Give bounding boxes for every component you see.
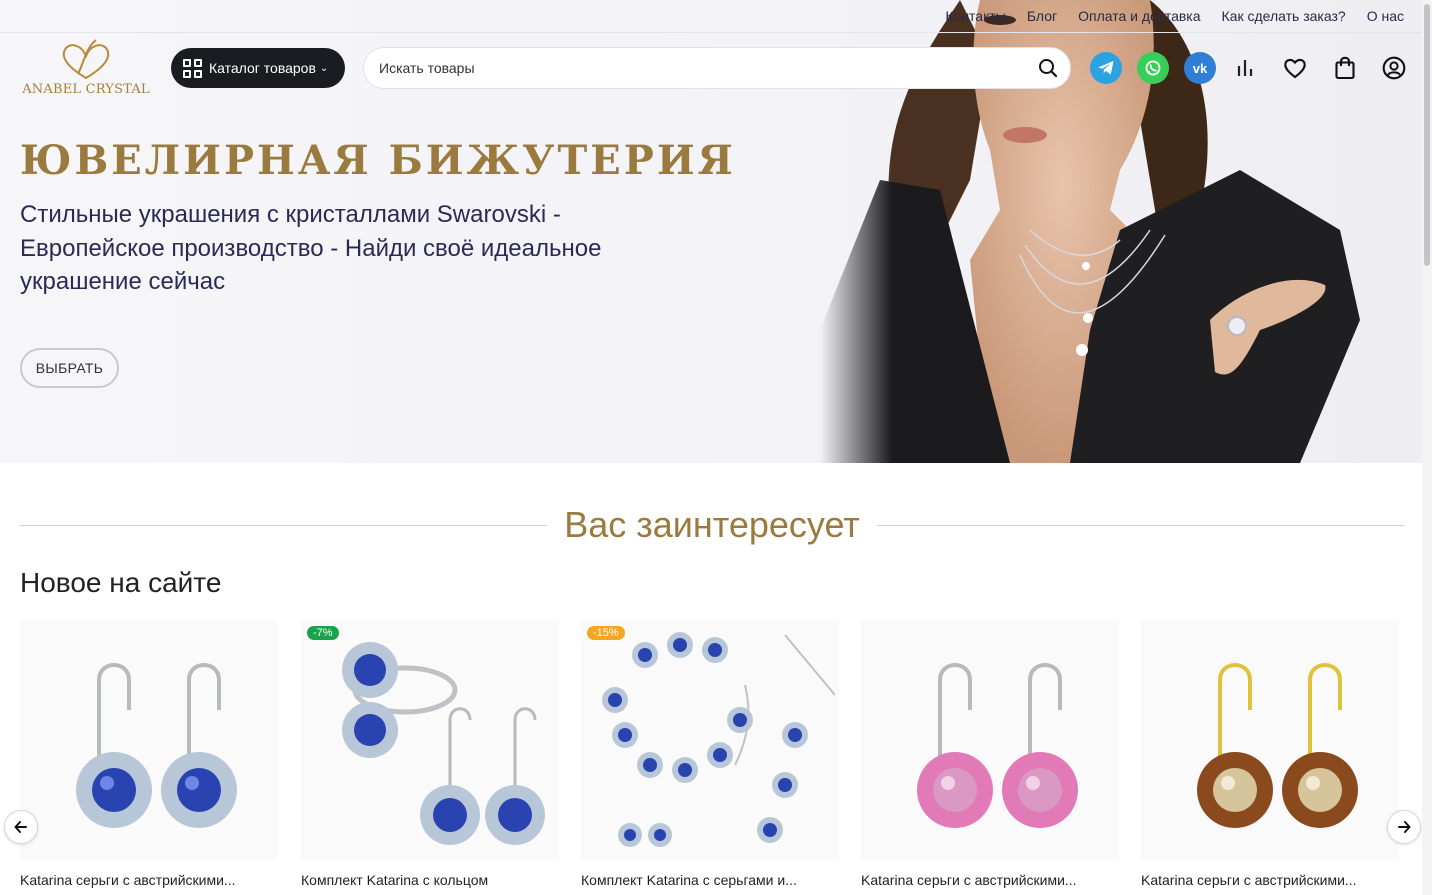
section-heading: Вас заинтересует xyxy=(20,504,1404,546)
catalog-button[interactable]: Каталог товаров ⌄ xyxy=(171,48,345,88)
chevron-down-icon: ⌄ xyxy=(319,62,329,74)
site-logo[interactable]: ANABEL CRYSTAL xyxy=(20,38,152,100)
logo-mark-icon xyxy=(62,39,110,80)
product-card[interactable]: -15% Комплект Katarina с серьгами и... xyxy=(581,620,839,895)
search-icon[interactable] xyxy=(1026,47,1070,89)
arrow-right-icon xyxy=(1398,821,1411,833)
page-scrollbar[interactable] xyxy=(1422,0,1432,895)
product-image[interactable] xyxy=(1141,620,1399,860)
search-bar xyxy=(363,47,1071,89)
bag-icon[interactable] xyxy=(1327,48,1363,88)
arrow-left-icon xyxy=(14,821,27,833)
search-input[interactable] xyxy=(364,48,1026,88)
discount-badge: -7% xyxy=(307,626,339,640)
carousel-prev-button[interactable] xyxy=(4,810,38,844)
product-name[interactable]: Комплект Katarina с кольцом xyxy=(301,872,559,888)
product-name[interactable]: Комплект Katarina с серьгами и... xyxy=(581,872,839,888)
product-name[interactable]: Katarina серьги с австрийскими... xyxy=(20,872,278,888)
product-card[interactable]: -7% Комплект Katarina с кольцом xyxy=(301,620,559,895)
whatsapp-icon[interactable] xyxy=(1135,48,1171,88)
scrollbar-thumb[interactable] xyxy=(1424,4,1430,266)
new-products-title: Новое на сайте xyxy=(20,567,222,598)
product-card[interactable]: Katarina серьги с австрийскими... xyxy=(1141,620,1399,895)
product-name[interactable]: Katarina серьги с австрийскими... xyxy=(861,872,1119,888)
product-card[interactable]: Katarina серьги с австрийскими... xyxy=(20,620,278,895)
grid-icon xyxy=(183,58,202,78)
product-card[interactable]: Katarina серьги с австрийскими... xyxy=(861,620,1119,895)
product-carousel: Katarina серьги с австрийскими... -7% Ко… xyxy=(20,620,1420,895)
product-image[interactable] xyxy=(301,620,559,860)
top-link-contacts[interactable]: Контакты xyxy=(945,8,1005,24)
product-image[interactable] xyxy=(861,620,1119,860)
hero-title: ЮВЕЛИРНАЯ БИЖУТЕРИЯ xyxy=(20,137,736,184)
product-image[interactable] xyxy=(581,620,839,860)
vk-icon[interactable]: vk xyxy=(1182,48,1218,88)
product-image[interactable] xyxy=(20,620,278,860)
choose-button[interactable]: ВЫБРАТЬ xyxy=(20,348,119,388)
heart-icon[interactable] xyxy=(1277,48,1313,88)
carousel-next-button[interactable] xyxy=(1387,810,1421,844)
discount-badge: -15% xyxy=(587,626,625,640)
top-link-payment-delivery[interactable]: Оплата и доставка xyxy=(1078,8,1200,24)
product-name[interactable]: Katarina серьги с австрийскими... xyxy=(1141,872,1399,888)
top-links-bar: Контакты Блог Оплата и доставка Как сдел… xyxy=(0,0,1422,33)
telegram-icon[interactable] xyxy=(1088,48,1124,88)
section-title: Вас заинтересует xyxy=(20,504,1404,546)
hero-subtitle: Стильные украшения с кристаллами Swarovs… xyxy=(20,201,602,295)
logo-text: ANABEL CRYSTAL xyxy=(22,82,150,97)
compare-icon[interactable] xyxy=(1227,48,1263,88)
account-icon[interactable] xyxy=(1376,48,1412,88)
top-link-about[interactable]: О нас xyxy=(1367,8,1404,24)
catalog-button-label: Каталог товаров xyxy=(209,60,316,76)
top-link-how-to-order[interactable]: Как сделать заказ? xyxy=(1222,8,1346,24)
top-link-blog[interactable]: Блог xyxy=(1027,8,1057,24)
